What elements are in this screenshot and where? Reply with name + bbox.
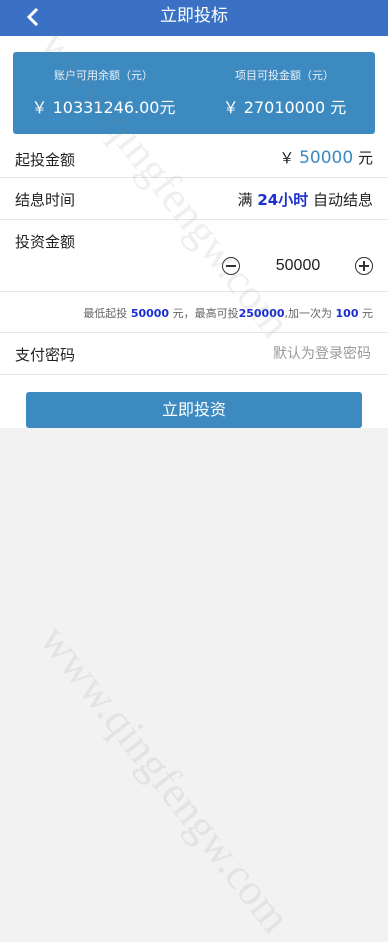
- min-invest-value: 50000: [299, 148, 354, 168]
- password-row: 支付密码: [0, 333, 388, 375]
- password-label: 支付密码: [15, 346, 76, 364]
- settle-prefix: 满: [237, 191, 253, 209]
- amount-stepper: [222, 256, 373, 279]
- hint-text: ,加一次为: [284, 307, 333, 320]
- hint-min-value: 50000: [130, 307, 170, 320]
- currency-symbol: ￥: [279, 149, 295, 167]
- invest-amount-label: 投资金额: [15, 233, 76, 251]
- project-available-label: 项目可投金额（元）: [235, 69, 334, 82]
- settle-time-label: 结息时间: [15, 191, 76, 209]
- invest-amount-row: 投资金额: [0, 220, 388, 292]
- hint-max-value: 250000: [238, 307, 285, 320]
- settle-hours: 24小时: [257, 191, 309, 209]
- project-available-value: ￥ 27010000 元: [222, 98, 347, 117]
- hint-text: 元: [362, 307, 373, 320]
- min-invest-unit: 元: [357, 149, 373, 167]
- min-invest-amount: ￥ 50000 元: [279, 147, 373, 168]
- minus-icon[interactable]: [222, 257, 240, 275]
- hint-step-value: 100: [335, 307, 359, 320]
- amount-input[interactable]: [245, 256, 351, 276]
- invest-now-button[interactable]: 立即投资: [26, 392, 362, 428]
- min-invest-row: 起投金额 ￥ 50000 元: [0, 140, 388, 178]
- invest-limit-hint: 最低起投 50000 元，最高可投250000,加一次为 100 元: [83, 305, 373, 321]
- min-invest-label: 起投金额: [15, 151, 76, 169]
- balance-summary-card: 账户可用余额（元） ￥ 10331246.00元 项目可投金额（元） ￥ 270…: [13, 52, 375, 134]
- invest-hint-row: 最低起投 50000 元，最高可投250000,加一次为 100 元: [0, 292, 388, 333]
- plus-icon[interactable]: [355, 257, 373, 275]
- account-balance-label: 账户可用余额（元）: [54, 69, 153, 82]
- top-nav-bar: 立即投标: [0, 0, 388, 36]
- password-input[interactable]: [209, 344, 373, 362]
- settle-time-value: 满 24小时 自动结息: [238, 189, 373, 210]
- settle-suffix: 自动结息: [312, 191, 373, 209]
- settle-time-row: 结息时间 满 24小时 自动结息: [0, 178, 388, 220]
- hint-text: 最低起投: [83, 307, 128, 320]
- account-balance-value: ￥ 10331246.00元: [31, 98, 176, 117]
- page-title: 立即投标: [160, 6, 228, 26]
- hint-text: 元，最高可投: [172, 307, 239, 320]
- invest-form: 账户可用余额（元） ￥ 10331246.00元 项目可投金额（元） ￥ 270…: [0, 36, 388, 428]
- watermark-text: www.qingfengw.com: [30, 615, 301, 942]
